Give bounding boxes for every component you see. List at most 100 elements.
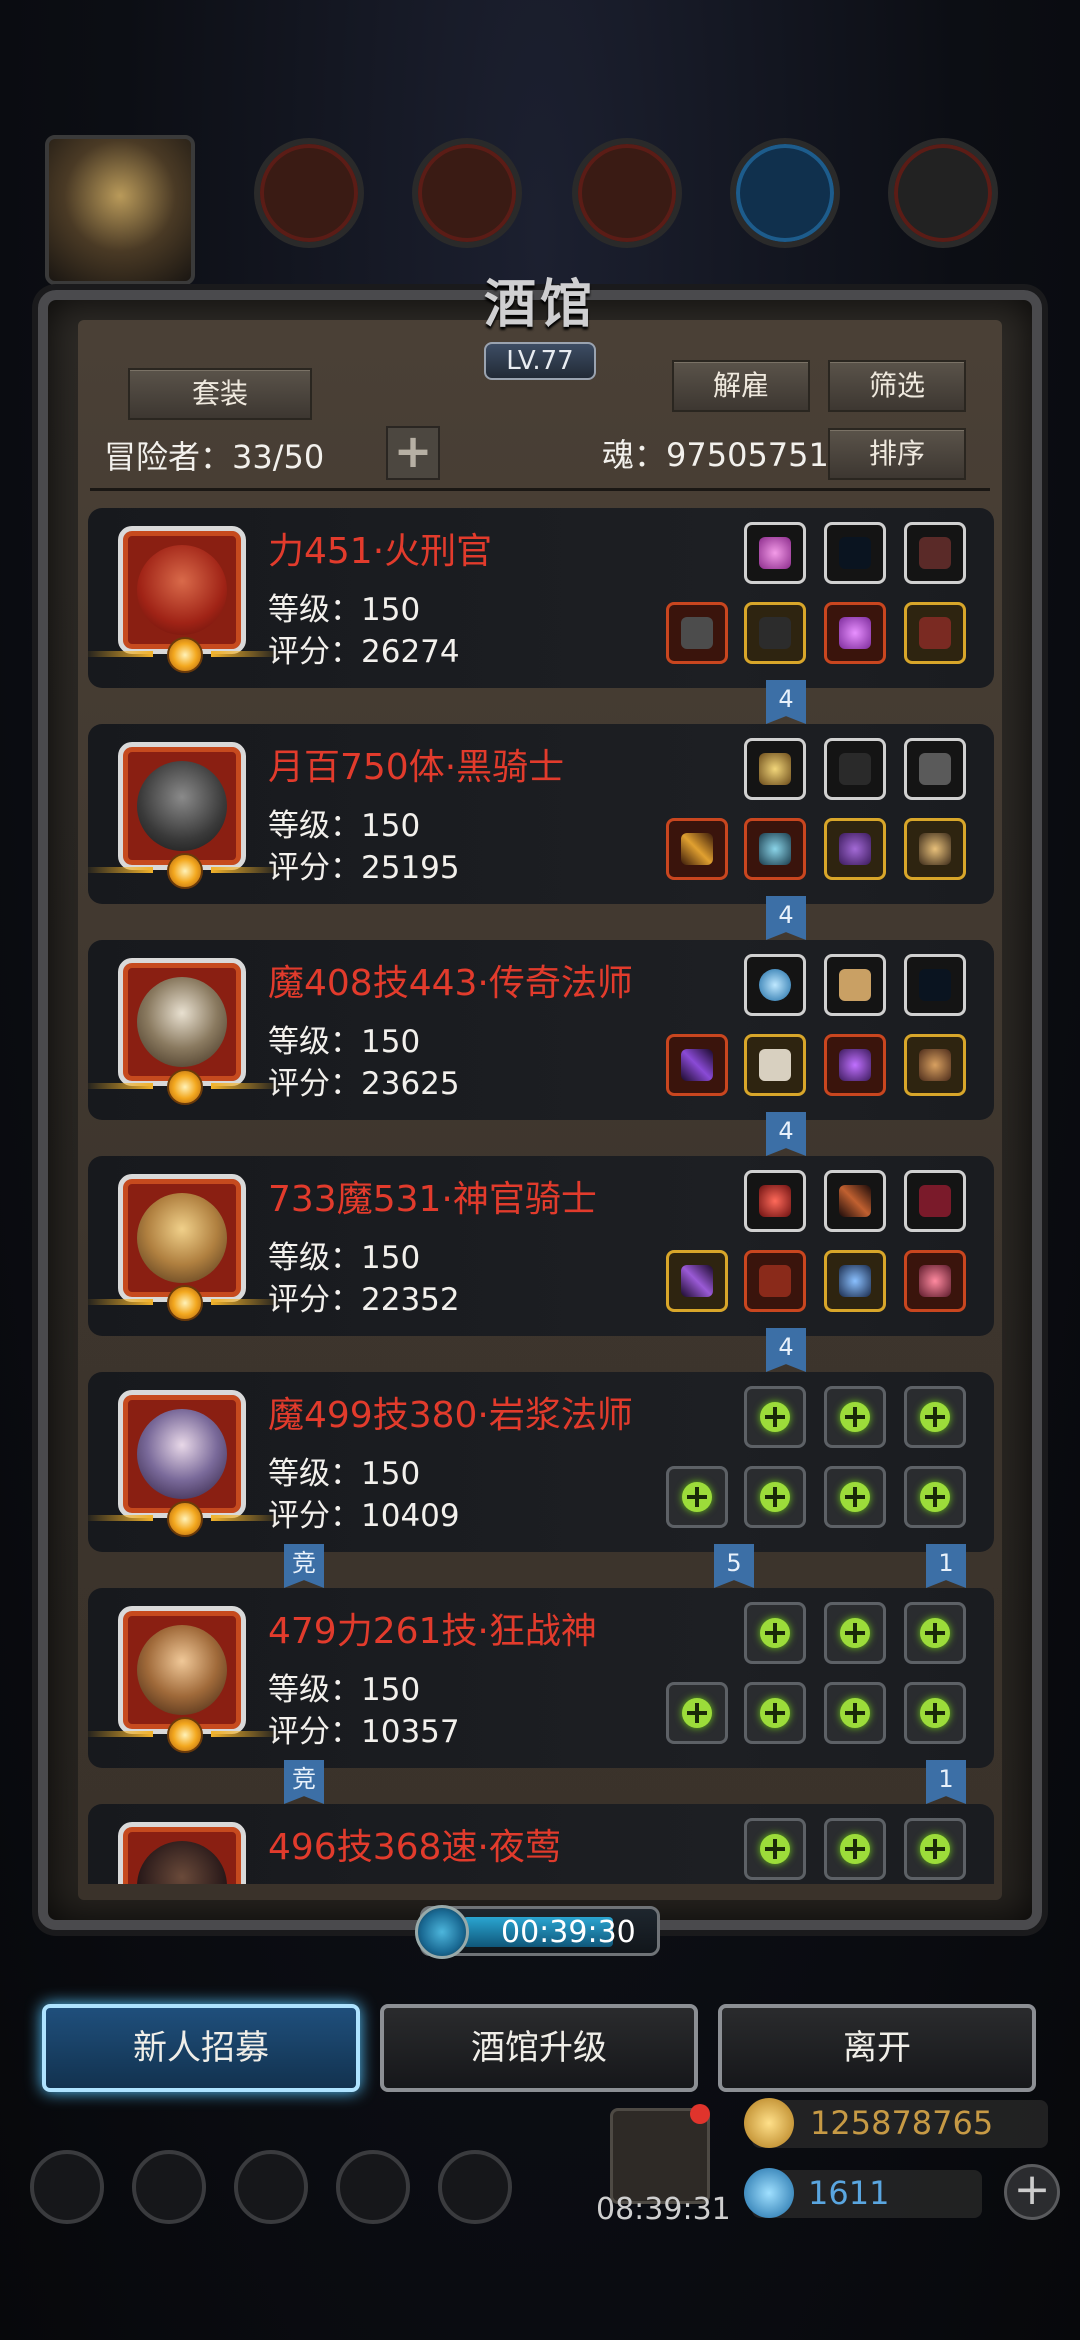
hero-face: [137, 1193, 227, 1283]
hero-row[interactable]: 733魔531·神官骑士 等级：150 评分：22352: [88, 1156, 994, 1336]
empty-slot-plus-icon[interactable]: [824, 1818, 886, 1880]
link-ribbon: 4: [766, 1328, 806, 1372]
equip-slot-cloth-icon[interactable]: [904, 522, 966, 584]
equip-slot-bow-icon[interactable]: [824, 522, 886, 584]
hero-row[interactable]: 496技368速·夜莺: [88, 1804, 994, 1884]
empty-slot-plus-icon[interactable]: [904, 1682, 966, 1744]
equip-slot-amulet-icon[interactable]: [824, 602, 886, 664]
equip-slot-robe-icon[interactable]: [744, 1250, 806, 1312]
top-slot-1[interactable]: [254, 138, 364, 248]
hero-score: 评分：23625: [268, 1066, 460, 1102]
empty-slot-plus-icon[interactable]: [904, 1818, 966, 1880]
empty-slot-plus-icon[interactable]: [904, 1602, 966, 1664]
dismiss-button[interactable]: 解雇: [672, 360, 810, 412]
equip-slot-staff-icon[interactable]: [904, 738, 966, 800]
refresh-timer: 00:39:30: [415, 1905, 660, 1959]
equip-slot-wand-icon[interactable]: [824, 1170, 886, 1232]
equip-slot-gem-icon[interactable]: [744, 522, 806, 584]
clock-icon: [415, 1905, 469, 1959]
equip-slot-gem-icon[interactable]: [824, 818, 886, 880]
hero-list[interactable]: 力451·火刑官 等级：150 评分：26274 4 月百750体·黑骑士 等级…: [88, 508, 996, 1884]
empty-slot-plus-icon[interactable]: [824, 1682, 886, 1744]
hero-row[interactable]: 魔499技380·岩浆法师 等级：150 评分：10409: [88, 1372, 994, 1552]
empty-slot-plus-icon[interactable]: [904, 1386, 966, 1448]
equip-slot-robe-icon[interactable]: [744, 1034, 806, 1096]
hero-portrait[interactable]: [88, 1390, 281, 1537]
hero-row[interactable]: 魔408技443·传奇法师 等级：150 评分：23625: [88, 940, 994, 1120]
equip-slot-axe-icon[interactable]: [666, 602, 728, 664]
hero-portrait[interactable]: [88, 958, 281, 1105]
hero-face: [137, 761, 227, 851]
upgrade-tavern-button[interactable]: 酒馆升级: [380, 2004, 698, 2092]
star-badge-icon: [167, 1285, 203, 1321]
hero-portrait[interactable]: [88, 526, 281, 673]
empty-slot-plus-icon[interactable]: [824, 1602, 886, 1664]
hero-name: 力451·火刑官: [268, 531, 493, 572]
equip-slot-belt-icon[interactable]: [904, 602, 966, 664]
portrait-wing-left: [88, 651, 153, 657]
hero-name: 496技368速·夜莺: [268, 1827, 561, 1868]
hero-portrait[interactable]: [88, 1174, 281, 1321]
empty-slot-plus-icon[interactable]: [824, 1386, 886, 1448]
hero-row[interactable]: 力451·火刑官 等级：150 评分：26274: [88, 508, 994, 688]
equip-slot-armor-icon[interactable]: [744, 818, 806, 880]
hero-portrait[interactable]: [118, 1822, 246, 1884]
link-ribbon: 5: [714, 1544, 754, 1588]
add-currency-button[interactable]: +: [1004, 2164, 1060, 2220]
empty-slot-plus-icon[interactable]: [904, 1466, 966, 1528]
equip-slot-emblem-icon[interactable]: [824, 738, 886, 800]
filter-button[interactable]: 筛选: [828, 360, 966, 412]
empty-slot-plus-icon[interactable]: [666, 1682, 728, 1744]
equip-slot-armor-icon[interactable]: [744, 602, 806, 664]
equip-slot-potion-icon[interactable]: [904, 1250, 966, 1312]
empty-slot-plus-icon[interactable]: [744, 1602, 806, 1664]
hero-portrait[interactable]: [88, 742, 281, 889]
empty-slot-plus-icon[interactable]: [744, 1682, 806, 1744]
equip-slot-orb-icon[interactable]: [744, 954, 806, 1016]
top-hero-portrait[interactable]: [45, 135, 195, 285]
sort-button[interactable]: 排序: [828, 428, 966, 480]
footer-chest-icon[interactable]: [438, 2150, 512, 2224]
empty-slot-plus-icon[interactable]: [744, 1818, 806, 1880]
star-badge-icon: [167, 853, 203, 889]
equip-slot-apple-icon[interactable]: [744, 1170, 806, 1232]
hero-face: [137, 1409, 227, 1499]
hero-portrait[interactable]: [88, 1606, 281, 1753]
equip-slot-bow-icon[interactable]: [904, 954, 966, 1016]
top-slot-5[interactable]: [888, 138, 998, 248]
equip-slot-horn-icon[interactable]: [824, 954, 886, 1016]
equip-slot-amulet-icon[interactable]: [824, 1034, 886, 1096]
hero-row[interactable]: 月百750体·黑骑士 等级：150 评分：25195: [88, 724, 994, 904]
top-slot-2[interactable]: [412, 138, 522, 248]
footer-gear-icon[interactable]: [30, 2150, 104, 2224]
footer-mail-icon[interactable]: [336, 2150, 410, 2224]
empty-slot-plus-icon[interactable]: [666, 1466, 728, 1528]
footer-guild-icon[interactable]: [234, 2150, 308, 2224]
equip-slot-hood-icon[interactable]: [904, 1170, 966, 1232]
leave-button[interactable]: 离开: [718, 2004, 1036, 2092]
equip-slot-bell-icon[interactable]: [904, 1034, 966, 1096]
top-slot-3[interactable]: [572, 138, 682, 248]
soul-count: 魂：97505751: [602, 436, 829, 474]
tavern-level-badge: LV.77: [484, 342, 596, 380]
recruit-button[interactable]: 新人招募: [42, 2004, 360, 2092]
add-adventurer-slot-button[interactable]: +: [386, 426, 440, 480]
top-slot-4[interactable]: [730, 138, 840, 248]
empty-slot-plus-icon[interactable]: [744, 1466, 806, 1528]
set-button[interactable]: 套装: [128, 368, 312, 420]
footer-shield-icon[interactable]: [132, 2150, 206, 2224]
equip-slot-mace-icon[interactable]: [666, 1250, 728, 1312]
hero-level: 等级：150: [268, 592, 421, 628]
equip-slot-staff-icon[interactable]: [666, 1034, 728, 1096]
equip-slot-spider-icon[interactable]: [904, 818, 966, 880]
equip-slot-amulet-icon[interactable]: [824, 1250, 886, 1312]
empty-slot-plus-icon[interactable]: [744, 1386, 806, 1448]
equip-slot-sword-icon[interactable]: [666, 818, 728, 880]
star-badge-icon: [167, 1069, 203, 1105]
star-badge-icon: [167, 637, 203, 673]
hero-row[interactable]: 479力261技·狂战神 等级：150 评分：10357: [88, 1588, 994, 1768]
empty-slot-plus-icon[interactable]: [824, 1466, 886, 1528]
equip-slot-helm-icon[interactable]: [744, 738, 806, 800]
link-ribbon: 4: [766, 680, 806, 724]
hero-score: 评分：26274: [268, 634, 460, 670]
